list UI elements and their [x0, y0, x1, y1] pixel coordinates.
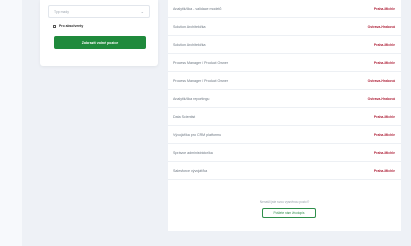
job-title[interactable]: Správce administrátor/ka — [173, 151, 213, 155]
job-location: Praha-Michle — [373, 42, 395, 47]
graduates-checkbox[interactable] — [53, 24, 56, 28]
job-title[interactable]: Vývojář/ka pro CRM platformu — [173, 133, 221, 137]
job-title[interactable]: Solution Architekt/ka — [173, 25, 206, 29]
job-location: Ostrava-Hrabová — [367, 78, 395, 83]
job-row[interactable]: Vývojář/ka pro CRM platformu Praha-Michl… — [168, 126, 401, 144]
salary-type-select[interactable]: Typ mzdy ⌄ — [48, 5, 150, 18]
send-cv-button[interactable]: Pošlete nám životopis — [262, 208, 316, 218]
job-row[interactable]: Solution Architekt/ka Praha-Michle — [168, 36, 401, 54]
job-location: Praha-Michle — [373, 150, 395, 155]
job-row[interactable]: Analytik/čka - validace modelů Praha-Mic… — [168, 0, 401, 18]
job-title[interactable]: Process Manager / Product Owner — [173, 79, 228, 83]
job-title[interactable]: Salesforce vývojář/ka — [173, 169, 207, 173]
chevron-down-icon: ⌄ — [140, 9, 144, 14]
job-title[interactable]: Analytik/čka - validace modelů — [173, 7, 221, 11]
graduates-checkbox-label: Pro absolventy — [59, 24, 84, 28]
job-title[interactable]: Data Scientist — [173, 115, 195, 119]
job-row[interactable]: Process Manager / Product Owner Praha-Mi… — [168, 54, 401, 72]
job-title[interactable]: Analytik/čka reportingu — [173, 97, 209, 101]
graduates-checkbox-row[interactable]: Pro absolventy — [53, 24, 83, 28]
job-title[interactable]: Process Manager / Product Owner — [173, 61, 228, 65]
job-row[interactable]: Správce administrátor/ka Praha-Michle — [168, 144, 401, 162]
job-location: Praha-Michle — [373, 132, 395, 137]
job-list: Analytik/čka - validace modelů Praha-Mic… — [168, 0, 401, 231]
show-positions-button[interactable]: Zobrazit volné pozice — [54, 36, 146, 49]
job-location: Praha-Michle — [373, 60, 395, 65]
job-location: Ostrava-Hrabová — [367, 24, 395, 29]
job-row[interactable]: Data Scientist Praha-Michle — [168, 108, 401, 126]
job-row[interactable]: Process Manager / Product Owner Ostrava-… — [168, 72, 401, 90]
job-row[interactable]: Salesforce vývojář/ka Praha-Michle — [168, 162, 401, 180]
job-location: Ostrava-Hrabová — [367, 96, 395, 101]
job-location: Praha-Michle — [373, 168, 395, 173]
job-row[interactable]: Analytik/čka reportingu Ostrava-Hrabová — [168, 90, 401, 108]
no-match-prompt: Nenašli jste svou vysněnou pozici? — [259, 200, 310, 204]
job-row[interactable]: Solution Architekt/ka Ostrava-Hrabová — [168, 18, 401, 36]
left-panel — [0, 0, 22, 246]
filter-panel: Typ mzdy ⌄ Pro absolventy Zobrazit volné… — [40, 0, 158, 66]
job-location: Praha-Michle — [373, 6, 395, 11]
job-location: Praha-Michle — [373, 114, 395, 119]
job-title[interactable]: Solution Architekt/ka — [173, 43, 206, 47]
select-value: Typ mzdy — [54, 9, 69, 14]
